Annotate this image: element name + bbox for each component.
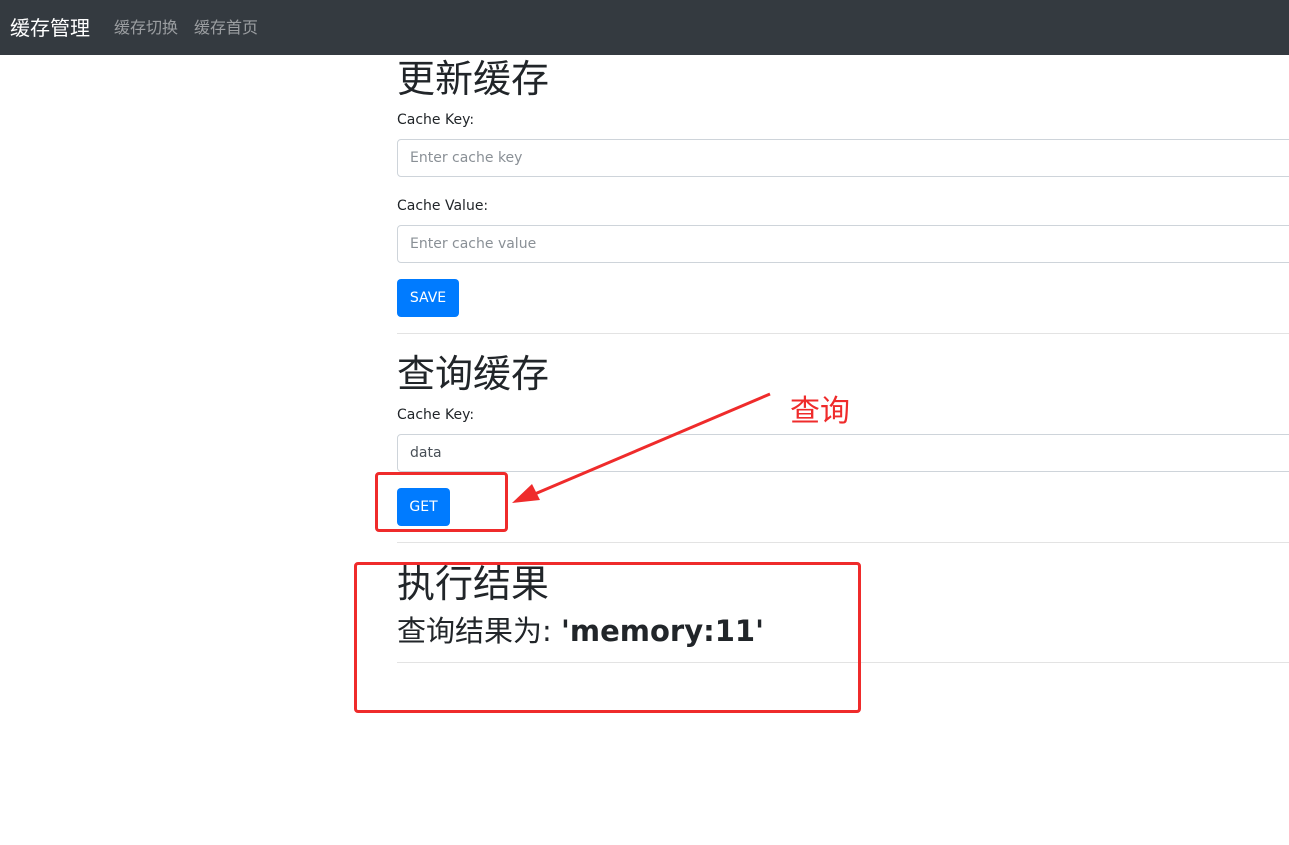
annotation-label: 查询 [790, 394, 850, 429]
update-cache-key-input[interactable] [397, 139, 1289, 177]
query-cache-key-input[interactable] [397, 434, 1289, 472]
query-cache-key-label: Cache Key: [397, 407, 475, 423]
top-navbar: 缓存管理 缓存切换 缓存首页 [0, 0, 1289, 55]
query-cache-heading: 查询缓存 [397, 352, 550, 396]
update-cache-value-label: Cache Value: [397, 198, 489, 214]
annotation-arrow-icon [512, 392, 771, 503]
update-cache-key-label: Cache Key: [397, 112, 475, 128]
navbar-brand[interactable]: 缓存管理 [10, 14, 90, 42]
section-divider [397, 542, 1289, 543]
get-button-highlight-box [375, 472, 508, 532]
section-divider [397, 333, 1289, 334]
save-button[interactable]: SAVE [397, 279, 459, 317]
result-highlight-box [354, 562, 861, 713]
nav-link-cache-home[interactable]: 缓存首页 [194, 16, 258, 40]
update-cache-value-input[interactable] [397, 225, 1289, 263]
nav-link-cache-switch[interactable]: 缓存切换 [114, 16, 178, 40]
update-cache-heading: 更新缓存 [397, 57, 550, 101]
